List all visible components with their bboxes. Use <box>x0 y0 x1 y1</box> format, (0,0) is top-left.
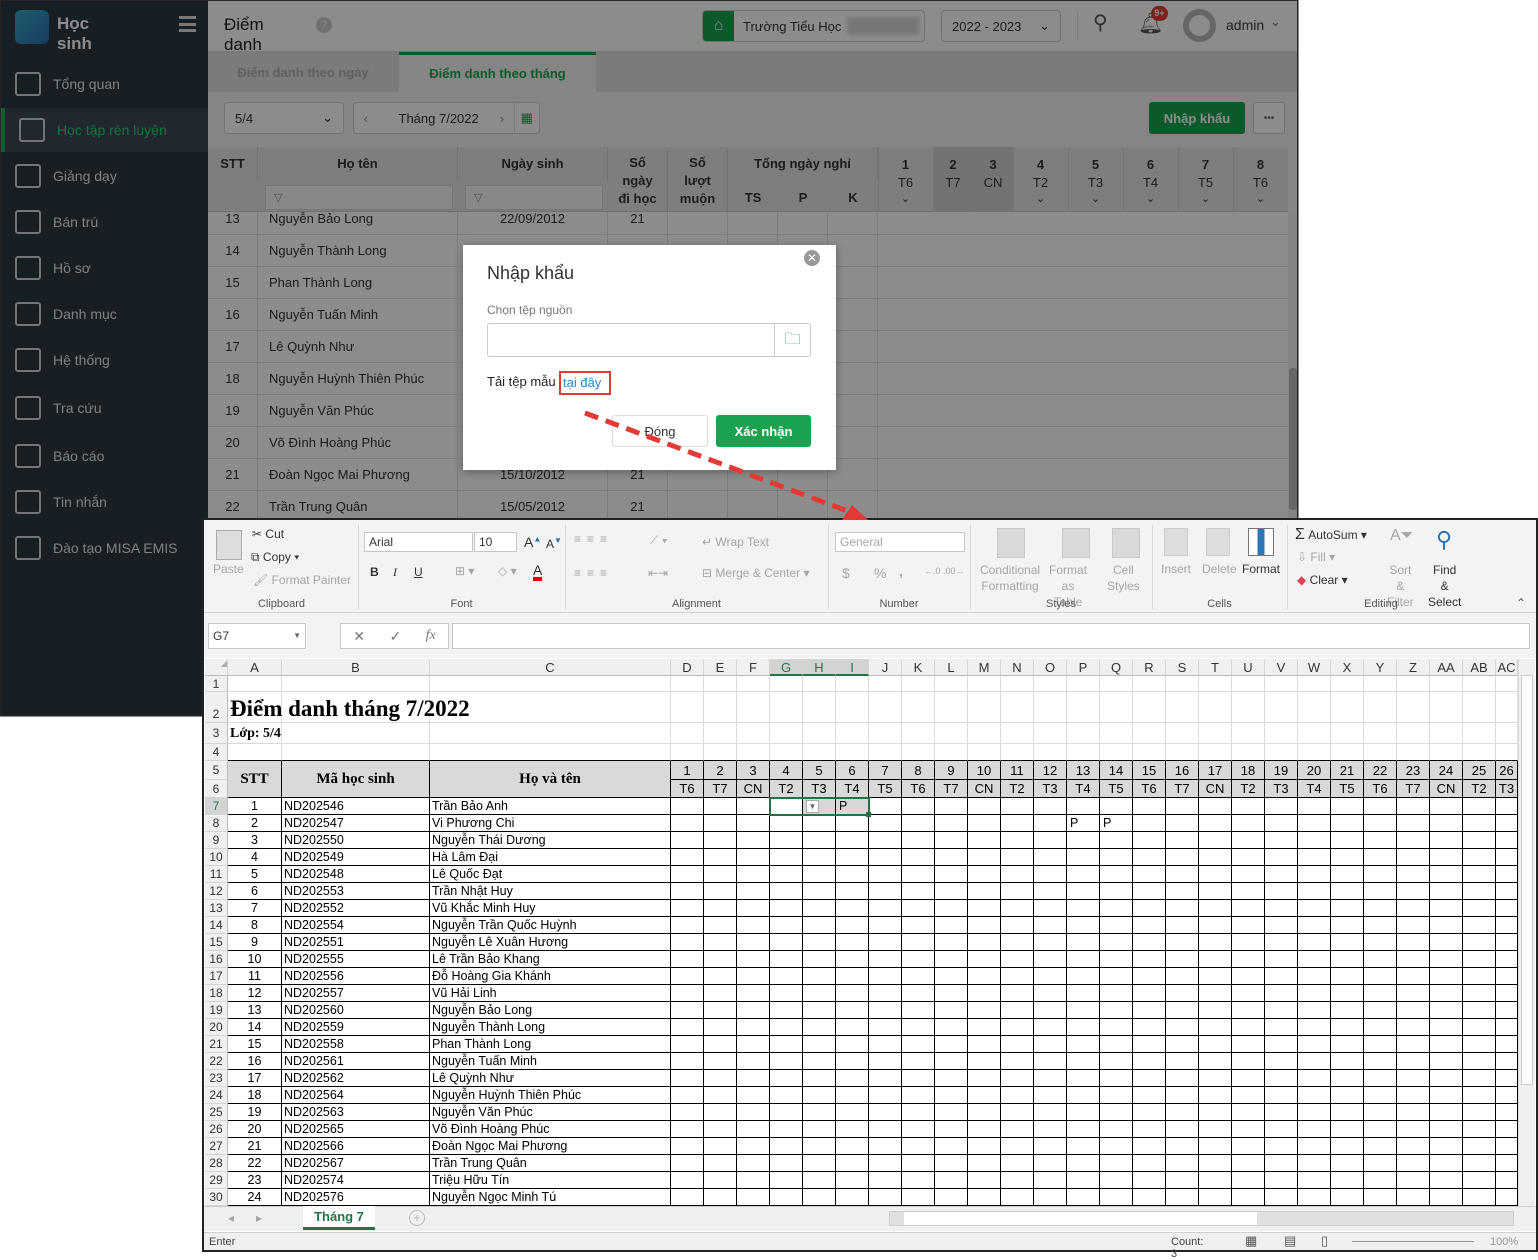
annotation-dashed-line <box>584 410 851 515</box>
annotation-arrow <box>584 410 868 520</box>
annotation-arrowhead <box>842 505 868 520</box>
